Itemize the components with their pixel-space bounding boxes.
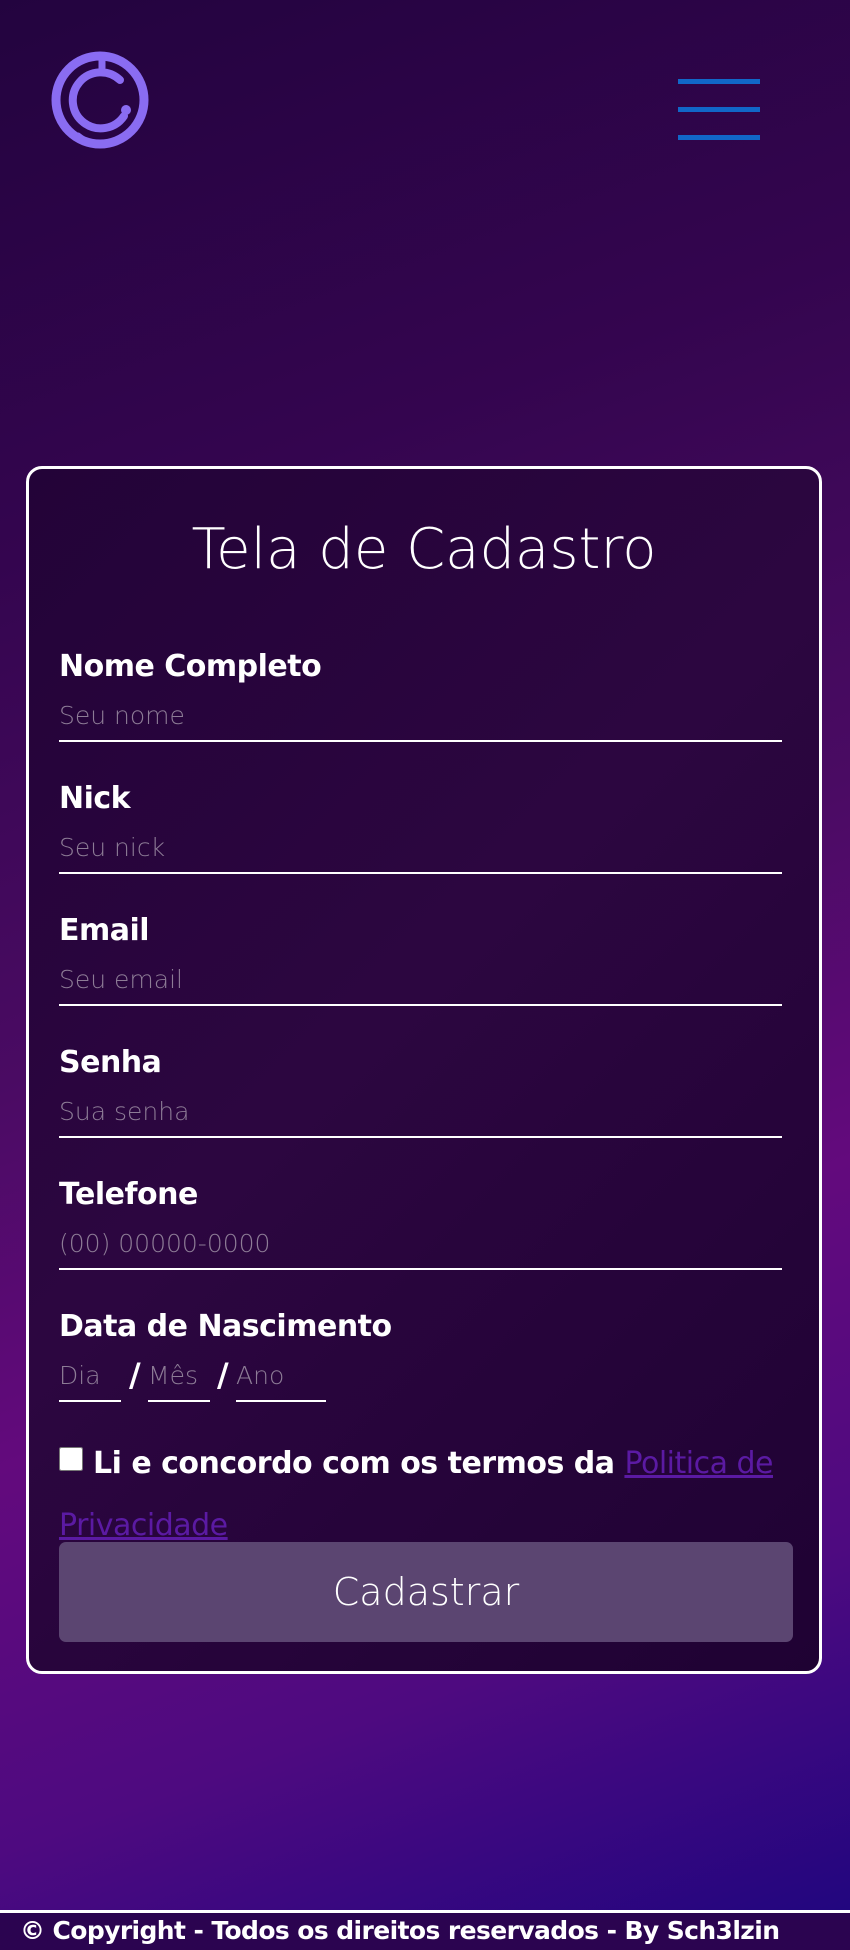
copyright-text: © Copyright - Todos os direitos reservad…	[20, 1916, 780, 1945]
full-name-input[interactable]	[59, 690, 782, 742]
date-separator: /	[217, 1356, 229, 1394]
phone-field: Telefone	[59, 1172, 782, 1270]
password-input[interactable]	[59, 1086, 782, 1138]
terms-checkbox[interactable]	[59, 1446, 83, 1471]
logo[interactable]	[50, 50, 150, 150]
birth-month-input[interactable]	[148, 1350, 210, 1402]
registration-card: Tela de Cadastro Nome Completo Nick Emai…	[26, 466, 822, 1674]
birth-day-input[interactable]	[59, 1350, 121, 1402]
email-field: Email	[59, 908, 782, 1006]
register-button[interactable]: Cadastrar	[59, 1542, 793, 1642]
menu-bar	[678, 79, 760, 84]
email-input[interactable]	[59, 954, 782, 1006]
phone-input[interactable]	[59, 1218, 782, 1270]
password-label: Senha	[59, 1045, 162, 1080]
form-title: Tela de Cadastro	[191, 517, 657, 582]
date-separator: /	[129, 1356, 141, 1394]
full-name-label: Nome Completo	[59, 649, 322, 684]
nick-field: Nick	[59, 776, 782, 874]
terms-agreement: Li e concordo com os termos da Politica …	[59, 1433, 779, 1557]
birthdate-field: Data de Nascimento / /	[59, 1304, 782, 1402]
email-label: Email	[59, 913, 150, 948]
nick-label: Nick	[59, 781, 131, 816]
footer: © Copyright - Todos os direitos reservad…	[0, 1910, 850, 1950]
phone-label: Telefone	[59, 1177, 198, 1212]
circular-c-logo-icon	[51, 51, 149, 149]
birth-year-input[interactable]	[236, 1350, 326, 1402]
password-field: Senha	[59, 1040, 782, 1138]
birthdate-row: / /	[59, 1350, 782, 1402]
menu-button[interactable]	[678, 76, 760, 144]
nick-input[interactable]	[59, 822, 782, 874]
menu-bar	[678, 135, 760, 140]
full-name-field: Nome Completo	[59, 644, 782, 742]
birthdate-label: Data de Nascimento	[59, 1309, 392, 1344]
terms-text: Li e concordo com os termos da	[93, 1446, 615, 1481]
menu-bar	[678, 107, 760, 112]
